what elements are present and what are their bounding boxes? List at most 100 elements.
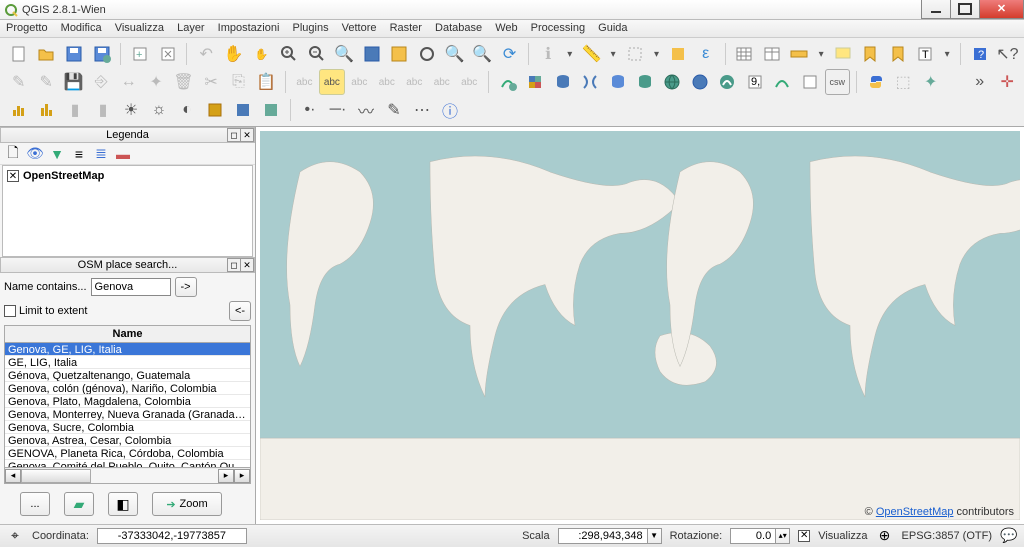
- open-project-icon[interactable]: [34, 41, 60, 67]
- menu-plugins[interactable]: Plugins: [293, 22, 329, 34]
- python-console-icon[interactable]: [863, 69, 888, 95]
- results-list[interactable]: Genova, GE, LIG, Italia GE, LIG, Italia …: [4, 343, 251, 468]
- add-layer-button[interactable]: ▰: [64, 492, 94, 516]
- window-maximize-button[interactable]: [950, 0, 980, 19]
- add-raster-icon[interactable]: [522, 69, 547, 95]
- save-as-icon[interactable]: [89, 41, 115, 67]
- result-row[interactable]: Genova, Astrea, Cesar, Colombia: [5, 434, 250, 447]
- add-wcs-icon[interactable]: [687, 69, 712, 95]
- text-annotation-icon[interactable]: T: [913, 41, 939, 67]
- add-wfs-icon[interactable]: [715, 69, 740, 95]
- paste-icon[interactable]: 📋: [253, 69, 278, 95]
- brightness-down-icon[interactable]: ☼: [146, 97, 172, 123]
- rotation-input[interactable]: [730, 528, 776, 544]
- dropdown-arrow-icon[interactable]: ▾: [606, 49, 620, 60]
- identify-icon[interactable]: ℹ: [535, 41, 561, 67]
- result-row[interactable]: Genova, Comité del Pueblo, Quito, Cantón…: [5, 460, 250, 468]
- layer-checkbox-icon[interactable]: ✕: [7, 170, 19, 182]
- dropdown-arrow-icon[interactable]: ▾: [940, 49, 954, 60]
- coord-input[interactable]: [97, 528, 247, 544]
- label-abc-yellow-icon[interactable]: abc: [319, 69, 344, 95]
- crs-icon[interactable]: ⊕: [876, 527, 894, 545]
- messages-icon[interactable]: 💬: [1000, 527, 1018, 545]
- node-tool-icon[interactable]: ✦: [143, 69, 168, 95]
- osm-panel-header[interactable]: OSM place search... ◻ ✕: [0, 257, 255, 273]
- save-edits-icon[interactable]: 💾: [61, 69, 86, 95]
- scroll-right-icon[interactable]: ▸: [218, 469, 234, 483]
- maptips-icon[interactable]: [830, 41, 856, 67]
- expand-all-icon[interactable]: ≡: [70, 145, 88, 163]
- name-contains-input[interactable]: [91, 278, 171, 296]
- digitize-tool-icon[interactable]: ✎: [381, 97, 407, 123]
- visibility-icon[interactable]: 👁: [26, 145, 44, 163]
- result-row[interactable]: Genova, GE, LIG, Italia: [5, 343, 250, 356]
- save-project-icon[interactable]: [61, 41, 87, 67]
- add-postgis-icon[interactable]: [550, 69, 575, 95]
- stretch-cum-icon[interactable]: ▮: [90, 97, 116, 123]
- whats-this-icon[interactable]: ↖?: [995, 41, 1021, 67]
- label-abc-icon[interactable]: abc: [292, 69, 317, 95]
- select-icon[interactable]: [622, 41, 648, 67]
- composer-manager-icon[interactable]: [155, 41, 181, 67]
- zoom-next-icon[interactable]: 🔍: [469, 41, 495, 67]
- horizontal-scrollbar[interactable]: ◂ ▸ ▸: [4, 468, 251, 484]
- rotation-spin-icon[interactable]: ▴▾: [776, 528, 790, 544]
- menu-impostazioni[interactable]: Impostazioni: [218, 22, 280, 34]
- scroll-left-icon[interactable]: ◂: [5, 469, 21, 483]
- limit-to-extent-checkbox[interactable]: Limit to extent: [4, 305, 87, 317]
- pan-to-selection-icon[interactable]: ✋: [249, 41, 275, 67]
- zoom-button[interactable]: ➔ Zoom: [152, 492, 222, 516]
- deselect-icon[interactable]: [665, 41, 691, 67]
- new-shapefile-icon[interactable]: [770, 69, 795, 95]
- legend-layer-osm[interactable]: ✕ OpenStreetMap: [7, 170, 248, 182]
- dropdown-arrow-icon[interactable]: ▾: [814, 49, 828, 60]
- search-go-button[interactable]: ->: [175, 277, 197, 297]
- copy-icon[interactable]: ⎘: [226, 69, 251, 95]
- options-dots-button[interactable]: ...: [20, 492, 50, 516]
- scroll-right-icon[interactable]: ▸: [234, 469, 250, 483]
- results-column-header[interactable]: Name: [4, 325, 251, 343]
- add-mssql-icon[interactable]: [605, 69, 630, 95]
- panel-close-icon[interactable]: ✕: [240, 128, 254, 142]
- new-project-icon[interactable]: [6, 41, 32, 67]
- info-icon[interactable]: ⓘ: [437, 97, 463, 123]
- menu-guida[interactable]: Guida: [598, 22, 627, 34]
- legend-panel-header[interactable]: Legenda ◻ ✕: [0, 127, 255, 143]
- result-row[interactable]: Genova, Monterrey, Nueva Granada (Granad…: [5, 408, 250, 421]
- scrollbar-thumb[interactable]: [21, 469, 91, 483]
- plugin1-icon[interactable]: ⬚: [890, 69, 915, 95]
- measure-icon[interactable]: 📏: [579, 41, 605, 67]
- remove-layer-icon[interactable]: [797, 69, 822, 95]
- result-row[interactable]: GE, LIG, Italia: [5, 356, 250, 369]
- digitize-poly-icon[interactable]: 〰: [353, 97, 379, 123]
- move-feature-icon[interactable]: ↔: [116, 69, 141, 95]
- edit-toggle-icon[interactable]: ✎: [33, 69, 58, 95]
- new-composer-icon[interactable]: +: [127, 41, 153, 67]
- menu-processing[interactable]: Processing: [531, 22, 585, 34]
- menu-progetto[interactable]: Progetto: [6, 22, 48, 34]
- delete-icon[interactable]: 🗑: [171, 69, 196, 95]
- csw-icon[interactable]: csw: [825, 69, 850, 95]
- toggle-extents-icon[interactable]: ⌖: [6, 527, 24, 545]
- map-canvas[interactable]: © OpenStreetMap contributors: [260, 131, 1020, 520]
- zoom-full-icon[interactable]: [359, 41, 385, 67]
- zoom-in-icon[interactable]: [276, 41, 302, 67]
- add-oracle-icon[interactable]: [632, 69, 657, 95]
- menu-layer[interactable]: Layer: [177, 22, 205, 34]
- dropdown-arrow-icon[interactable]: ▾: [563, 49, 577, 60]
- refresh-icon[interactable]: ⟳: [497, 41, 523, 67]
- measure-line-icon[interactable]: [787, 41, 813, 67]
- stretch-icon[interactable]: [34, 97, 60, 123]
- brightness-up-icon[interactable]: ☀: [118, 97, 144, 123]
- scale-input[interactable]: [558, 528, 648, 544]
- remove-layer-icon[interactable]: ▬: [114, 145, 132, 163]
- window-minimize-button[interactable]: [921, 0, 951, 19]
- checkbox-icon[interactable]: [4, 305, 16, 317]
- pan-icon[interactable]: ✋: [221, 41, 247, 67]
- menu-web[interactable]: Web: [495, 22, 517, 34]
- bookmark-show-icon[interactable]: [885, 41, 911, 67]
- osm-attribution-link[interactable]: OpenStreetMap: [876, 506, 954, 518]
- digitize-line-icon[interactable]: ─·: [325, 97, 351, 123]
- undo-icon[interactable]: ↶: [193, 41, 219, 67]
- select-expression-icon[interactable]: ε: [693, 41, 719, 67]
